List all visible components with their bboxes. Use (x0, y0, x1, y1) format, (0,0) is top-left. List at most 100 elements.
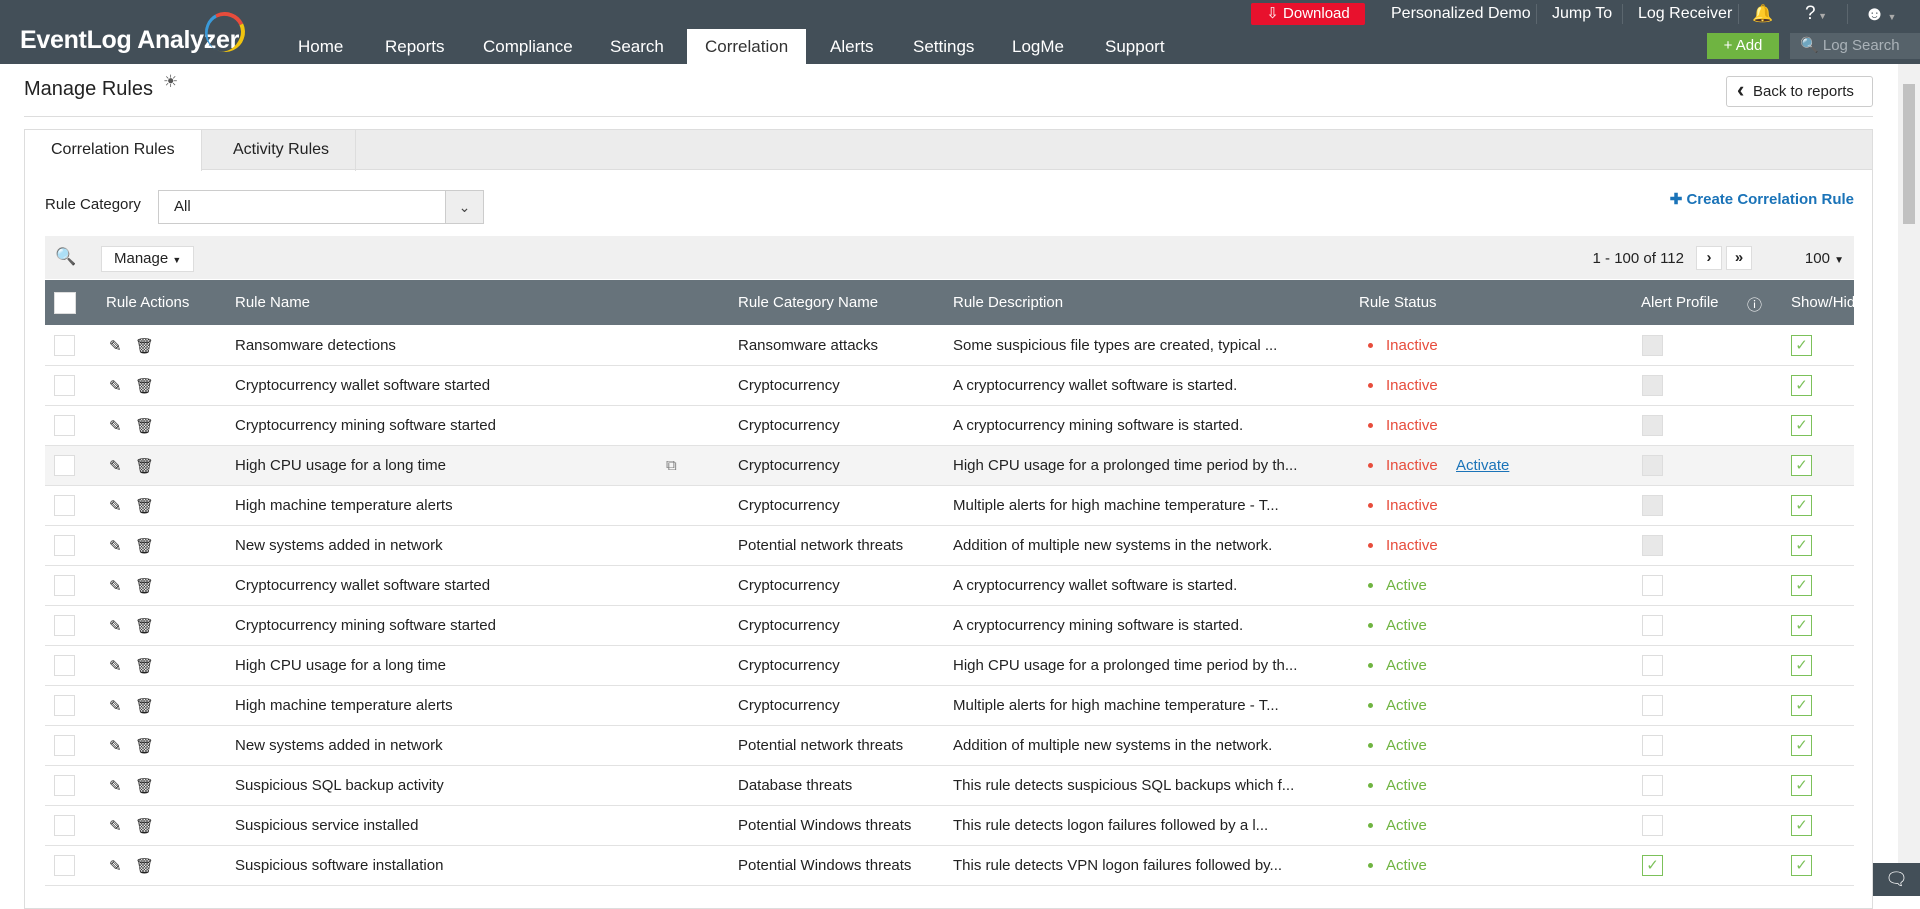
rule-name[interactable]: Cryptocurrency wallet software started (235, 577, 490, 594)
nav-search[interactable]: Search (592, 29, 682, 64)
trash-icon[interactable]: 🗑 (135, 457, 154, 475)
edit-icon[interactable]: ✎ (109, 737, 122, 755)
log-search-input[interactable]: 🔍 Log Search (1790, 33, 1920, 59)
edit-icon[interactable]: ✎ (109, 697, 122, 715)
rule-name[interactable]: Cryptocurrency mining software started (235, 417, 496, 434)
theme-toggle-icon[interactable]: ☀ (163, 72, 178, 92)
nav-home[interactable]: Home (280, 29, 361, 64)
show-hide-checkbox[interactable]: ✓ (1791, 695, 1812, 716)
tab-activity-rules[interactable]: Activity Rules (207, 130, 357, 171)
vertical-scrollbar[interactable] (1898, 64, 1920, 896)
rule-name[interactable]: High machine temperature alerts (235, 697, 453, 714)
show-hide-checkbox[interactable]: ✓ (1791, 575, 1812, 596)
alert-profile-checkbox[interactable] (1642, 615, 1663, 636)
trash-icon[interactable]: 🗑 (135, 817, 154, 835)
edit-icon[interactable]: ✎ (109, 497, 122, 515)
log-receiver-link[interactable]: Log Receiver (1638, 4, 1732, 24)
nav-reports[interactable]: Reports (367, 29, 463, 64)
edit-icon[interactable]: ✎ (109, 817, 122, 835)
edit-icon[interactable]: ✎ (109, 617, 122, 635)
bell-icon[interactable]: 🔔 (1752, 4, 1773, 24)
edit-icon[interactable]: ✎ (109, 657, 122, 675)
row-checkbox[interactable] (54, 695, 75, 716)
row-checkbox[interactable] (54, 415, 75, 436)
show-hide-checkbox[interactable]: ✓ (1791, 335, 1812, 356)
row-checkbox[interactable] (54, 535, 75, 556)
col-rule-category[interactable]: Rule Category Name (738, 294, 878, 311)
alert-profile-checkbox[interactable] (1642, 575, 1663, 596)
col-rule-description[interactable]: Rule Description (953, 294, 1063, 311)
rule-name[interactable]: New systems added in network (235, 737, 443, 754)
show-hide-checkbox[interactable]: ✓ (1791, 775, 1812, 796)
row-checkbox[interactable] (54, 575, 75, 596)
row-checkbox[interactable] (54, 455, 75, 476)
select-all-checkbox[interactable] (54, 292, 76, 314)
chevron-down-icon[interactable]: ⌄ (445, 191, 483, 223)
nav-settings[interactable]: Settings (895, 29, 992, 64)
nav-logme[interactable]: LogMe (994, 29, 1082, 64)
row-checkbox[interactable] (54, 775, 75, 796)
rule-name[interactable]: Suspicious service installed (235, 817, 418, 834)
trash-icon[interactable]: 🗑 (135, 697, 154, 715)
show-hide-checkbox[interactable]: ✓ (1791, 455, 1812, 476)
trash-icon[interactable]: 🗑 (135, 577, 154, 595)
user-avatar-icon[interactable]: ☻ ▼ (1864, 4, 1896, 24)
trash-icon[interactable]: 🗑 (135, 617, 154, 635)
edit-icon[interactable]: ✎ (109, 457, 122, 475)
show-hide-checkbox[interactable]: ✓ (1791, 615, 1812, 636)
edit-icon[interactable]: ✎ (109, 577, 122, 595)
trash-icon[interactable]: 🗑 (135, 417, 154, 435)
edit-icon[interactable]: ✎ (109, 377, 122, 395)
rule-name[interactable]: Suspicious software installation (235, 857, 443, 874)
create-correlation-rule-link[interactable]: ✚ Create Correlation Rule (1670, 190, 1854, 208)
alert-profile-checkbox[interactable] (1642, 775, 1663, 796)
rule-name[interactable]: Suspicious SQL backup activity (235, 777, 444, 794)
last-page-button[interactable]: » (1726, 246, 1752, 270)
help-button[interactable]: ? ▼ (1805, 4, 1827, 24)
edit-icon[interactable]: ✎ (109, 777, 122, 795)
rule-name[interactable]: Ransomware detections (235, 337, 396, 354)
copy-icon[interactable]: ⧉ (666, 457, 677, 474)
personalized-demo-link[interactable]: Personalized Demo (1391, 4, 1531, 24)
rule-name[interactable]: High machine temperature alerts (235, 497, 453, 514)
next-page-button[interactable]: › (1696, 246, 1722, 270)
alert-profile-checkbox[interactable] (1642, 735, 1663, 756)
add-button[interactable]: + Add (1707, 33, 1779, 59)
jump-to-link[interactable]: Jump To (1552, 4, 1612, 24)
per-page-select[interactable]: 100 ▼ (1805, 250, 1844, 267)
trash-icon[interactable]: 🗑 (135, 657, 154, 675)
rule-category-select[interactable]: All ⌄ (158, 190, 484, 224)
show-hide-checkbox[interactable]: ✓ (1791, 735, 1812, 756)
show-hide-checkbox[interactable]: ✓ (1791, 495, 1812, 516)
alert-profile-checkbox[interactable] (1642, 815, 1663, 836)
row-checkbox[interactable] (54, 735, 75, 756)
trash-icon[interactable]: 🗑 (135, 377, 154, 395)
row-checkbox[interactable] (54, 855, 75, 876)
col-rule-name[interactable]: Rule Name (235, 294, 310, 311)
alert-profile-checkbox[interactable] (1642, 695, 1663, 716)
info-icon[interactable]: ⓘ (1747, 294, 1762, 315)
nav-compliance[interactable]: Compliance (465, 29, 591, 64)
rule-name[interactable]: Cryptocurrency mining software started (235, 617, 496, 634)
alert-profile-checkbox[interactable] (1642, 655, 1663, 676)
show-hide-checkbox[interactable]: ✓ (1791, 815, 1812, 836)
row-checkbox[interactable] (54, 815, 75, 836)
edit-icon[interactable]: ✎ (109, 857, 122, 875)
rule-name[interactable]: High CPU usage for a long time (235, 457, 446, 474)
chat-icon[interactable]: 🗨 (1873, 863, 1920, 896)
row-checkbox[interactable] (54, 655, 75, 676)
trash-icon[interactable]: 🗑 (135, 497, 154, 515)
show-hide-checkbox[interactable]: ✓ (1791, 535, 1812, 556)
row-checkbox[interactable] (54, 615, 75, 636)
download-button[interactable]: ⇩ Download (1251, 3, 1365, 25)
col-rule-status[interactable]: Rule Status (1359, 294, 1437, 311)
nav-alerts[interactable]: Alerts (812, 29, 891, 64)
trash-icon[interactable]: 🗑 (135, 537, 154, 555)
edit-icon[interactable]: ✎ (109, 417, 122, 435)
scrollbar-thumb[interactable] (1903, 84, 1915, 224)
trash-icon[interactable]: 🗑 (135, 857, 154, 875)
edit-icon[interactable]: ✎ (109, 537, 122, 555)
nav-support[interactable]: Support (1087, 29, 1183, 64)
row-checkbox[interactable] (54, 375, 75, 396)
nav-correlation[interactable]: Correlation (687, 29, 807, 64)
